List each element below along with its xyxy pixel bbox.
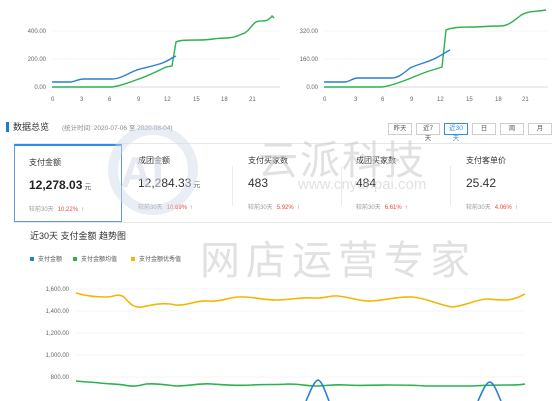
up-arrow-icon: ↑ <box>296 205 300 211</box>
x-tick: 0 <box>323 97 327 103</box>
series-green-line <box>324 9 547 88</box>
series-average-line <box>75 380 526 387</box>
metric-card-group-amount[interactable]: 成团金额 12,284.33 元 较前30天 10.69% ↑ <box>124 144 232 222</box>
y-tick: 200.00 <box>28 57 47 63</box>
y-tick: 160.00 <box>300 57 319 63</box>
metric-value: 12,284.33 元 <box>138 176 201 190</box>
metric-value: 12,278.03 元 <box>29 178 92 192</box>
y-tick: 800.00 <box>51 375 70 381</box>
x-tick: 6 <box>381 97 385 103</box>
up-arrow-icon: ↑ <box>514 205 518 211</box>
y-tick: 320.00 <box>300 29 319 35</box>
top-right-chart: 320.00 160.00 0.00 0 3 6 9 12 15 18 21 <box>300 9 548 103</box>
y-tick: 1,200.00 <box>46 331 70 337</box>
metric-title: 支付金额 <box>29 158 61 167</box>
metric-compare: 较前30天 10.69% ↑ <box>138 205 194 211</box>
metric-compare: 较前30天 5.92% ↑ <box>248 205 300 211</box>
series-payment-line <box>305 379 330 401</box>
series-blue-line <box>324 49 451 83</box>
y-tick: 1,400.00 <box>46 309 70 315</box>
metric-value: 25.42 <box>466 176 497 190</box>
series-excellent-line <box>75 292 526 308</box>
watermark-slogan: 网店运营专家 <box>200 239 476 283</box>
legend-swatch-icon <box>30 256 34 261</box>
series-payment-line <box>477 381 502 401</box>
range-button-day[interactable]: 日 <box>472 123 496 135</box>
x-tick: 12 <box>164 97 171 103</box>
metric-card-payment-amount[interactable]: 支付金额 12,278.03 元 较前30天 10.22% ↑ <box>14 144 122 222</box>
range-button-month[interactable]: 月 <box>528 123 552 135</box>
range-button-week[interactable]: 周 <box>500 123 524 135</box>
x-tick: 3 <box>80 97 84 103</box>
x-tick: 9 <box>410 97 414 103</box>
series-green-line <box>52 14 275 88</box>
legend-swatch-icon <box>131 256 135 261</box>
x-tick: 15 <box>193 97 200 103</box>
legend-item-payment[interactable]: 支付金额 <box>30 254 62 263</box>
top-left-chart: 400.00 200.00 0.00 0 3 6 9 12 15 18 21 <box>28 14 280 103</box>
trend-title: 近30天 支付金额 趋势图 <box>30 231 127 241</box>
x-tick: 0 <box>51 97 55 103</box>
section-title: 数据总览 <box>13 122 50 132</box>
date-range: (统计时间: 2020-07-06 至 2020-08-04) <box>62 125 173 132</box>
y-tick: 0.00 <box>34 85 46 91</box>
metric-title: 成团金额 <box>138 156 170 165</box>
x-tick: 21 <box>249 97 256 103</box>
x-tick: 3 <box>354 97 358 103</box>
legend-swatch-icon <box>73 256 77 261</box>
up-arrow-icon: ↑ <box>190 205 194 211</box>
card-divider <box>450 166 451 206</box>
x-tick: 12 <box>437 97 444 103</box>
legend-item-excellent[interactable]: 支付金额优秀值 <box>131 254 181 263</box>
y-tick: 1,000.00 <box>46 353 70 359</box>
x-tick: 15 <box>466 97 473 103</box>
x-tick: 9 <box>137 97 141 103</box>
series-blue-line <box>52 55 177 83</box>
range-button-30days[interactable]: 近30天 <box>444 123 468 142</box>
legend-item-average[interactable]: 支付金额均值 <box>73 254 117 263</box>
y-tick: 1,600.00 <box>46 287 70 293</box>
y-tick: 400.00 <box>28 29 47 35</box>
x-tick: 18 <box>495 97 502 103</box>
metric-title: 支付客单价 <box>466 156 506 165</box>
x-tick: 21 <box>522 97 529 103</box>
watermark-url: www.cnyunpai.com <box>298 176 427 193</box>
metric-compare: 较前30天 6.61% ↑ <box>356 205 408 211</box>
up-arrow-icon: ↑ <box>81 207 85 213</box>
section-marker <box>6 122 9 132</box>
metric-card-avg-order-value[interactable]: 支付客单价 25.42 较前30天 4.06% ↑ <box>452 144 552 222</box>
card-divider <box>232 166 233 206</box>
x-tick: 18 <box>221 97 228 103</box>
metric-compare: 较前30天 10.22% ↑ <box>29 207 85 213</box>
x-tick: 6 <box>108 97 112 103</box>
top-charts: 400.00 200.00 0.00 0 3 6 9 12 15 18 21 3… <box>28 9 548 103</box>
metric-compare: 较前30天 4.06% ↑ <box>466 205 518 211</box>
up-arrow-icon: ↑ <box>404 205 408 211</box>
y-tick: 0.00 <box>306 85 318 91</box>
